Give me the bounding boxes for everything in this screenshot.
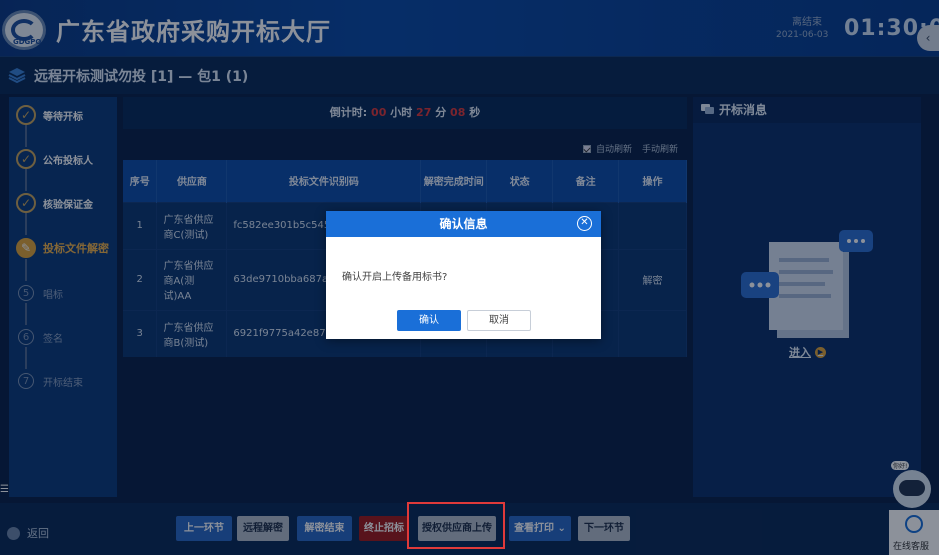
cancel-button[interactable]: 取消 <box>467 310 531 331</box>
close-icon[interactable]: ✕ <box>577 216 592 231</box>
confirm-button[interactable]: 确认 <box>397 310 461 331</box>
dialog-message: 确认开启上传备用标书? <box>342 272 448 283</box>
dialog-title: 确认信息 <box>326 211 601 237</box>
confirm-dialog: 确认信息 ✕ 确认开启上传备用标书? 确认 取消 <box>326 211 601 339</box>
highlight-annotation <box>407 502 505 549</box>
